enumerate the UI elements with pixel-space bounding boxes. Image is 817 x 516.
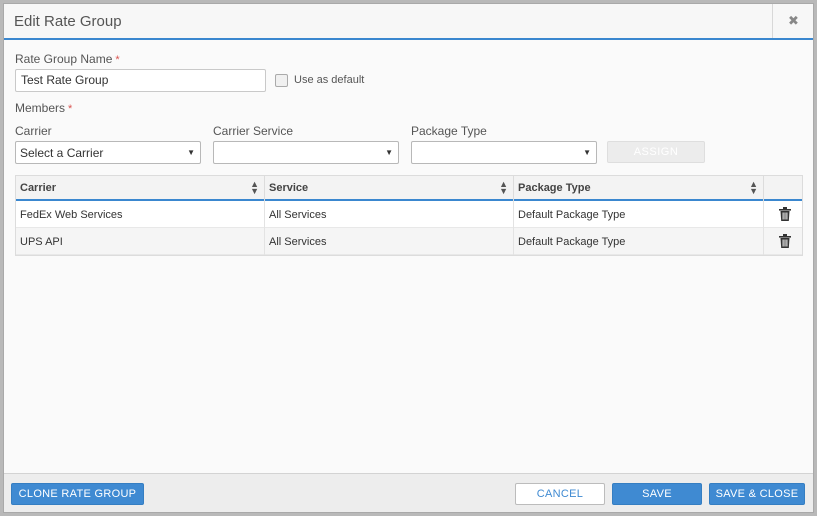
required-marker: * [68, 103, 73, 115]
assign-button[interactable]: ASSIGN [607, 141, 705, 163]
column-header-service[interactable]: Service ▲ ▼ [265, 176, 514, 201]
rate-group-name-label-text: Rate Group Name [15, 52, 113, 66]
cell-package-type: Default Package Type [514, 201, 764, 228]
carrier-label: Carrier [15, 124, 52, 138]
members-table: Carrier ▲ ▼ Service ▲ ▼ Package Type ▲ ▼ Fe… [15, 175, 803, 256]
cell-carrier: UPS API [16, 228, 265, 255]
carrier-select-value: Select a Carrier [20, 146, 104, 160]
package-type-select[interactable]: ▼ [411, 141, 597, 164]
trash-icon[interactable] [779, 234, 791, 248]
cancel-button[interactable]: CANCEL [515, 483, 605, 505]
column-header-label: Carrier [20, 182, 57, 194]
table-header: Carrier ▲ ▼ Service ▲ ▼ Package Type ▲ ▼ [16, 176, 802, 201]
close-button[interactable]: ✖ [772, 4, 813, 38]
members-label-text: Members [15, 101, 66, 115]
column-header-label: Package Type [518, 182, 591, 194]
members-label: Members * [15, 101, 72, 115]
sort-icon: ▲ ▼ [749, 179, 758, 196]
column-header-label: Service [269, 182, 309, 194]
column-header-carrier[interactable]: Carrier ▲ ▼ [16, 176, 265, 201]
caret-down-icon: ▼ [187, 148, 195, 157]
save-button[interactable]: SAVE [612, 483, 702, 505]
use-as-default-checkbox[interactable] [275, 74, 288, 87]
use-as-default-label: Use as default [294, 74, 365, 86]
carrier-service-select[interactable]: ▼ [213, 141, 399, 164]
dialog-title: Edit Rate Group [14, 13, 122, 30]
rate-group-name-input[interactable]: Test Rate Group [15, 69, 266, 92]
caret-down-icon: ▼ [583, 148, 591, 157]
required-marker: * [115, 54, 120, 66]
package-type-label: Package Type [411, 124, 487, 138]
close-icon: ✖ [788, 13, 799, 28]
table-row: FedEx Web Services All Services Default … [16, 201, 802, 228]
table-row: UPS API All Services Default Package Typ… [16, 228, 802, 255]
caret-down-icon: ▼ [385, 148, 393, 157]
carrier-select[interactable]: Select a Carrier ▼ [15, 141, 201, 164]
rate-group-name-label: Rate Group Name * [15, 52, 120, 66]
dialog-titlebar: Edit Rate Group ✖ [4, 4, 813, 40]
clone-rate-group-button[interactable]: CLONE RATE GROUP [11, 483, 144, 505]
cell-package-type: Default Package Type [514, 228, 764, 255]
cell-service: All Services [265, 228, 514, 255]
sort-icon: ▲ ▼ [499, 179, 508, 196]
cell-service: All Services [265, 201, 514, 228]
column-header-package-type[interactable]: Package Type ▲ ▼ [514, 176, 764, 201]
sort-icon: ▲ ▼ [250, 179, 259, 196]
edit-rate-group-dialog: Edit Rate Group ✖ Rate Group Name * Test … [3, 3, 814, 513]
dialog-footer: CLONE RATE GROUP CANCEL SAVE SAVE & CLOS… [4, 473, 813, 512]
save-and-close-button[interactable]: SAVE & CLOSE [709, 483, 805, 505]
carrier-service-label: Carrier Service [213, 124, 294, 138]
trash-icon[interactable] [779, 207, 791, 221]
cell-carrier: FedEx Web Services [16, 201, 265, 228]
